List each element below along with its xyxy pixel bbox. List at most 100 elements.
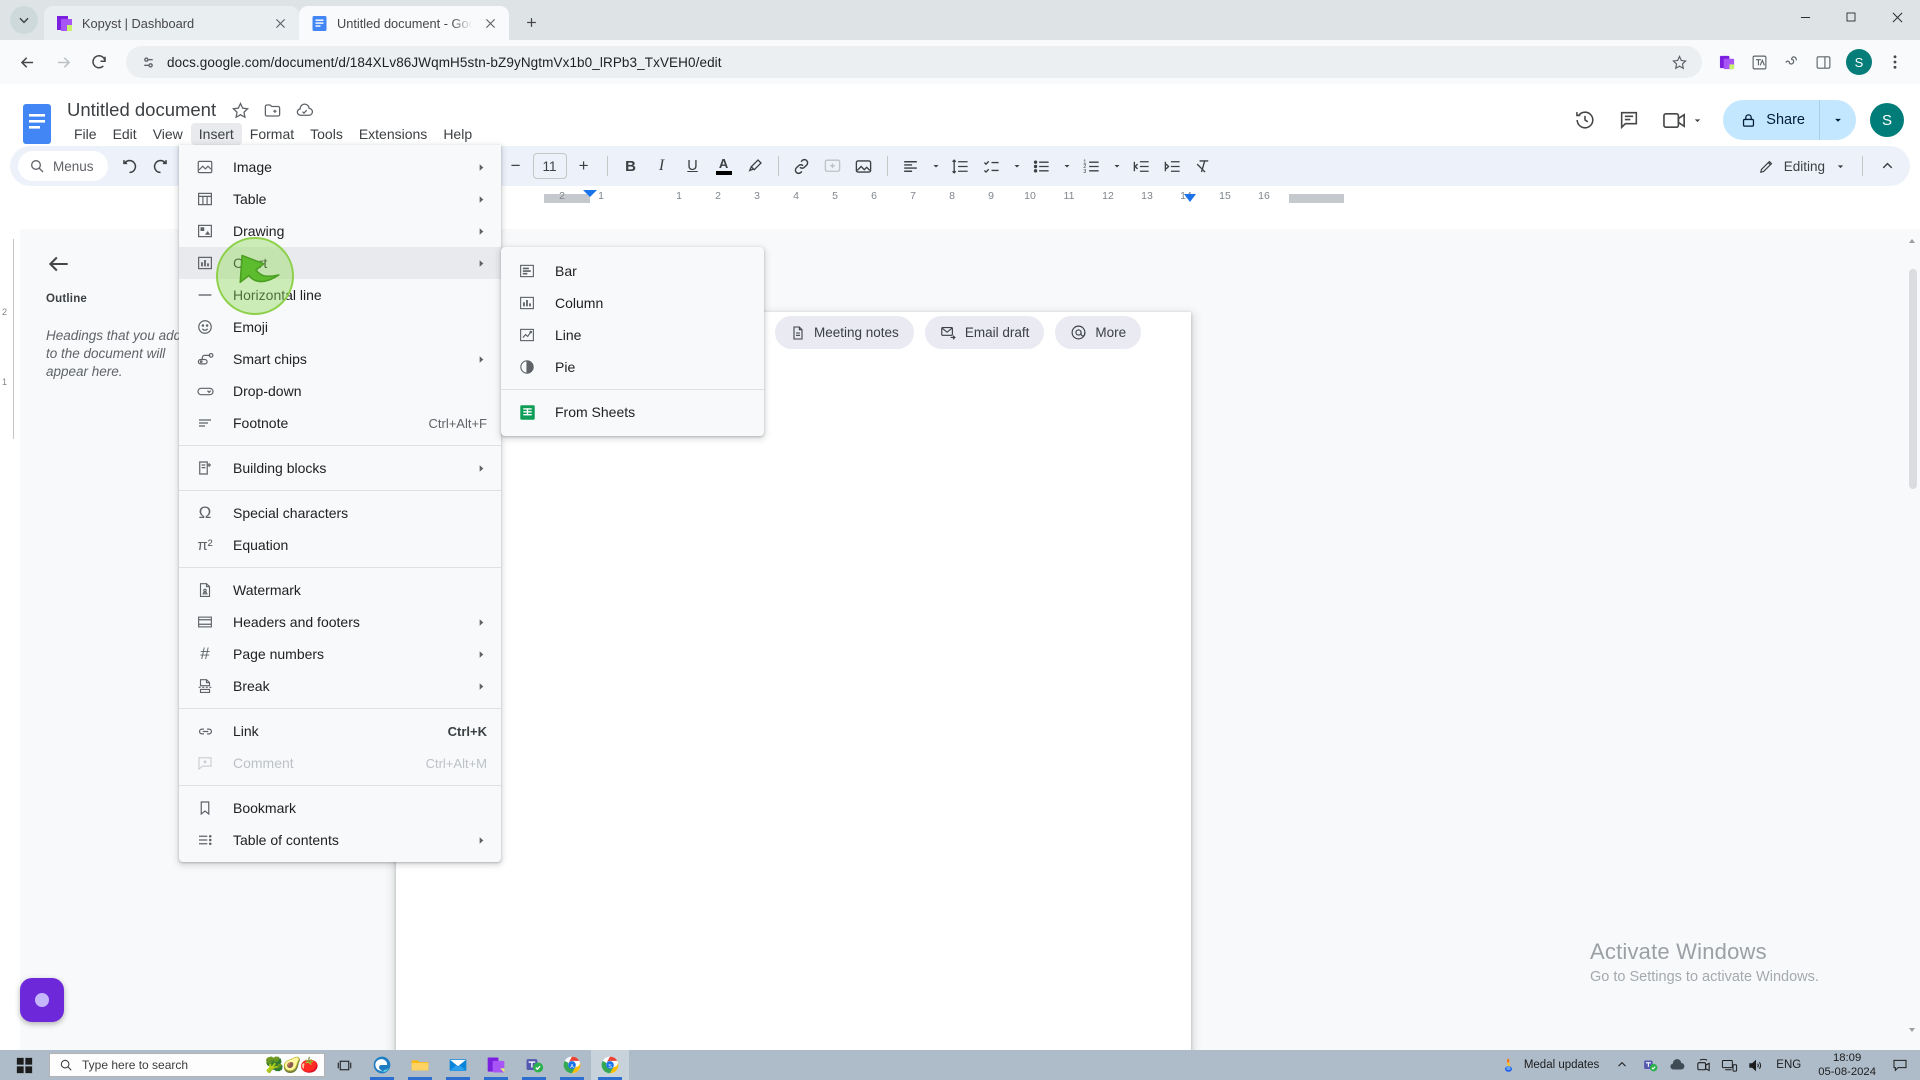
checklist-chevron-down-icon[interactable] <box>1008 151 1026 181</box>
google-docs-logo-icon[interactable] <box>17 102 57 146</box>
undo-icon[interactable] <box>115 151 145 181</box>
menu-tools[interactable]: Tools <box>302 123 351 145</box>
insert-menu-item-drawing[interactable]: Drawing <box>179 215 501 247</box>
line-spacing-icon[interactable] <box>946 151 976 181</box>
bookmark-star-icon[interactable] <box>1671 54 1688 71</box>
cloud-saved-icon[interactable] <box>295 101 314 120</box>
chrome-profile-avatar[interactable]: S <box>1846 49 1872 75</box>
italic-button[interactable]: I <box>647 151 677 181</box>
insert-menu-item-building-blocks[interactable]: Building blocks <box>179 452 501 484</box>
meet-button[interactable] <box>1654 101 1713 139</box>
menu-edit[interactable]: Edit <box>105 123 145 145</box>
decrease-font-size-button[interactable]: − <box>501 151 531 181</box>
decrease-indent-icon[interactable] <box>1127 151 1157 181</box>
insert-menu-item-break[interactable]: Break <box>179 670 501 702</box>
insert-menu-item-chart[interactable]: Chart <box>179 247 501 279</box>
insert-menu-item-drop-down[interactable]: Drop-down <box>179 375 501 407</box>
floating-recorder-button[interactable] <box>20 978 64 1022</box>
move-to-folder-icon[interactable] <box>263 101 282 120</box>
network-icon[interactable] <box>1717 1050 1742 1080</box>
insert-menu-item-headers-and-footers[interactable]: Headers and footers <box>179 606 501 638</box>
insert-menu-item-special-characters[interactable]: Ω Special characters <box>179 497 501 529</box>
underline-button[interactable]: U <box>678 151 708 181</box>
numbered-list-chevron-down-icon[interactable] <box>1108 151 1126 181</box>
text-color-button[interactable]: A <box>709 151 739 181</box>
insert-menu-item-horizontal-line[interactable]: Horizontal line <box>179 279 501 311</box>
insert-menu-item-link[interactable]: Link Ctrl+K <box>179 715 501 747</box>
insert-menu-item-emoji[interactable]: Emoji <box>179 311 501 343</box>
insert-link-icon[interactable] <box>787 151 817 181</box>
chart-submenu[interactable]: Bar Column Line Pie From Sheets <box>501 247 764 436</box>
chrome-a-icon[interactable]: A <box>553 1050 591 1080</box>
chart-submenu-item-from-sheets[interactable]: From Sheets <box>501 396 764 428</box>
smart-chip-meeting-notes[interactable]: Meeting notes <box>775 316 914 349</box>
minimize-icon[interactable] <box>1782 0 1828 34</box>
menu-help[interactable]: Help <box>435 123 480 145</box>
close-window-icon[interactable] <box>1874 0 1920 34</box>
bulleted-list-chevron-down-icon[interactable] <box>1058 151 1076 181</box>
camera-tray-icon[interactable] <box>1691 1050 1716 1080</box>
insert-menu-item-page-numbers[interactable]: # Page numbers <box>179 638 501 670</box>
redo-icon[interactable] <box>146 151 176 181</box>
medal-updates-tray-item[interactable]: Medal updates <box>1493 1050 1606 1080</box>
extensions-puzzle-icon[interactable] <box>1776 47 1806 77</box>
share-button[interactable]: Share <box>1723 100 1856 140</box>
translate-icon[interactable] <box>1744 47 1774 77</box>
align-icon[interactable] <box>896 151 926 181</box>
tab-search-chevron-down-icon[interactable] <box>10 6 38 34</box>
smart-chip-more[interactable]: More <box>1055 316 1142 349</box>
increase-indent-icon[interactable] <box>1158 151 1188 181</box>
checklist-icon[interactable] <box>977 151 1007 181</box>
document-title[interactable]: Untitled document <box>65 98 218 122</box>
menu-insert[interactable]: Insert <box>190 123 242 145</box>
new-tab-button[interactable] <box>516 7 546 37</box>
notification-icon[interactable] <box>1886 1050 1914 1080</box>
close-icon[interactable] <box>271 14 289 32</box>
menu-format[interactable]: Format <box>242 123 302 145</box>
insert-menu-item-watermark[interactable]: Watermark <box>179 574 501 606</box>
insert-menu-item-bookmark[interactable]: Bookmark <box>179 792 501 824</box>
share-main[interactable]: Share <box>1723 100 1820 140</box>
insert-menu-item-table-of-contents[interactable]: Table of contents <box>179 824 501 856</box>
taskbar-clock[interactable]: 18:09 05-08-2024 <box>1809 1051 1885 1079</box>
browser-tab-google-docs[interactable]: Untitled document - Google Do <box>299 6 509 40</box>
menus-search-button[interactable]: Menus <box>18 151 108 181</box>
clear-formatting-icon[interactable] <box>1189 151 1219 181</box>
comment-history-icon[interactable] <box>1610 101 1648 139</box>
smart-chip-email-draft[interactable]: Email draft <box>924 316 1045 349</box>
insert-menu-item-image[interactable]: Image <box>179 151 501 183</box>
add-comment-icon[interactable] <box>818 151 848 181</box>
volume-icon[interactable] <box>1743 1050 1768 1080</box>
insert-menu-item-smart-chips[interactable]: Smart chips <box>179 343 501 375</box>
left-indent-marker[interactable] <box>583 190 597 197</box>
insert-menu-item-equation[interactable]: π² Equation <box>179 529 501 561</box>
menu-view[interactable]: View <box>145 123 191 145</box>
scrollbar-thumb[interactable] <box>1909 269 1917 489</box>
site-settings-icon[interactable] <box>140 54 157 71</box>
highlight-color-button[interactable] <box>740 151 770 181</box>
reload-button[interactable] <box>82 45 116 79</box>
back-button[interactable] <box>10 45 44 79</box>
hide-menus-chevron-up-icon[interactable] <box>1872 151 1902 181</box>
menu-extensions[interactable]: Extensions <box>351 123 435 145</box>
mail-icon[interactable] <box>439 1050 477 1080</box>
font-size-input[interactable]: 11 <box>532 153 567 179</box>
scroll-up-icon[interactable] <box>1906 235 1918 247</box>
edge-icon[interactable] <box>363 1050 401 1080</box>
increase-font-size-button[interactable]: + <box>569 151 599 181</box>
task-view-icon[interactable] <box>325 1050 363 1080</box>
teams-icon[interactable] <box>515 1050 553 1080</box>
taskbar-search-box[interactable]: Type here to search 🥦🥑🍅 <box>49 1053 325 1077</box>
share-dropdown-chevron-down-icon[interactable] <box>1820 100 1856 140</box>
browser-tab-kopyst[interactable]: Kopyst | Dashboard <box>44 6 299 40</box>
bold-button[interactable]: B <box>616 151 646 181</box>
chart-submenu-item-pie[interactable]: Pie <box>501 351 764 383</box>
avatar[interactable]: S <box>1870 103 1904 137</box>
insert-menu-item-table[interactable]: Table <box>179 183 501 215</box>
numbered-list-icon[interactable]: 123 <box>1077 151 1107 181</box>
right-indent-marker[interactable] <box>1184 194 1196 202</box>
align-chevron-down-icon[interactable] <box>927 151 945 181</box>
teams-tray-icon[interactable] <box>1638 1050 1663 1080</box>
split-screen-icon[interactable] <box>1808 47 1838 77</box>
address-bar[interactable]: docs.google.com/document/d/184XLv86JWqmH… <box>126 46 1702 78</box>
